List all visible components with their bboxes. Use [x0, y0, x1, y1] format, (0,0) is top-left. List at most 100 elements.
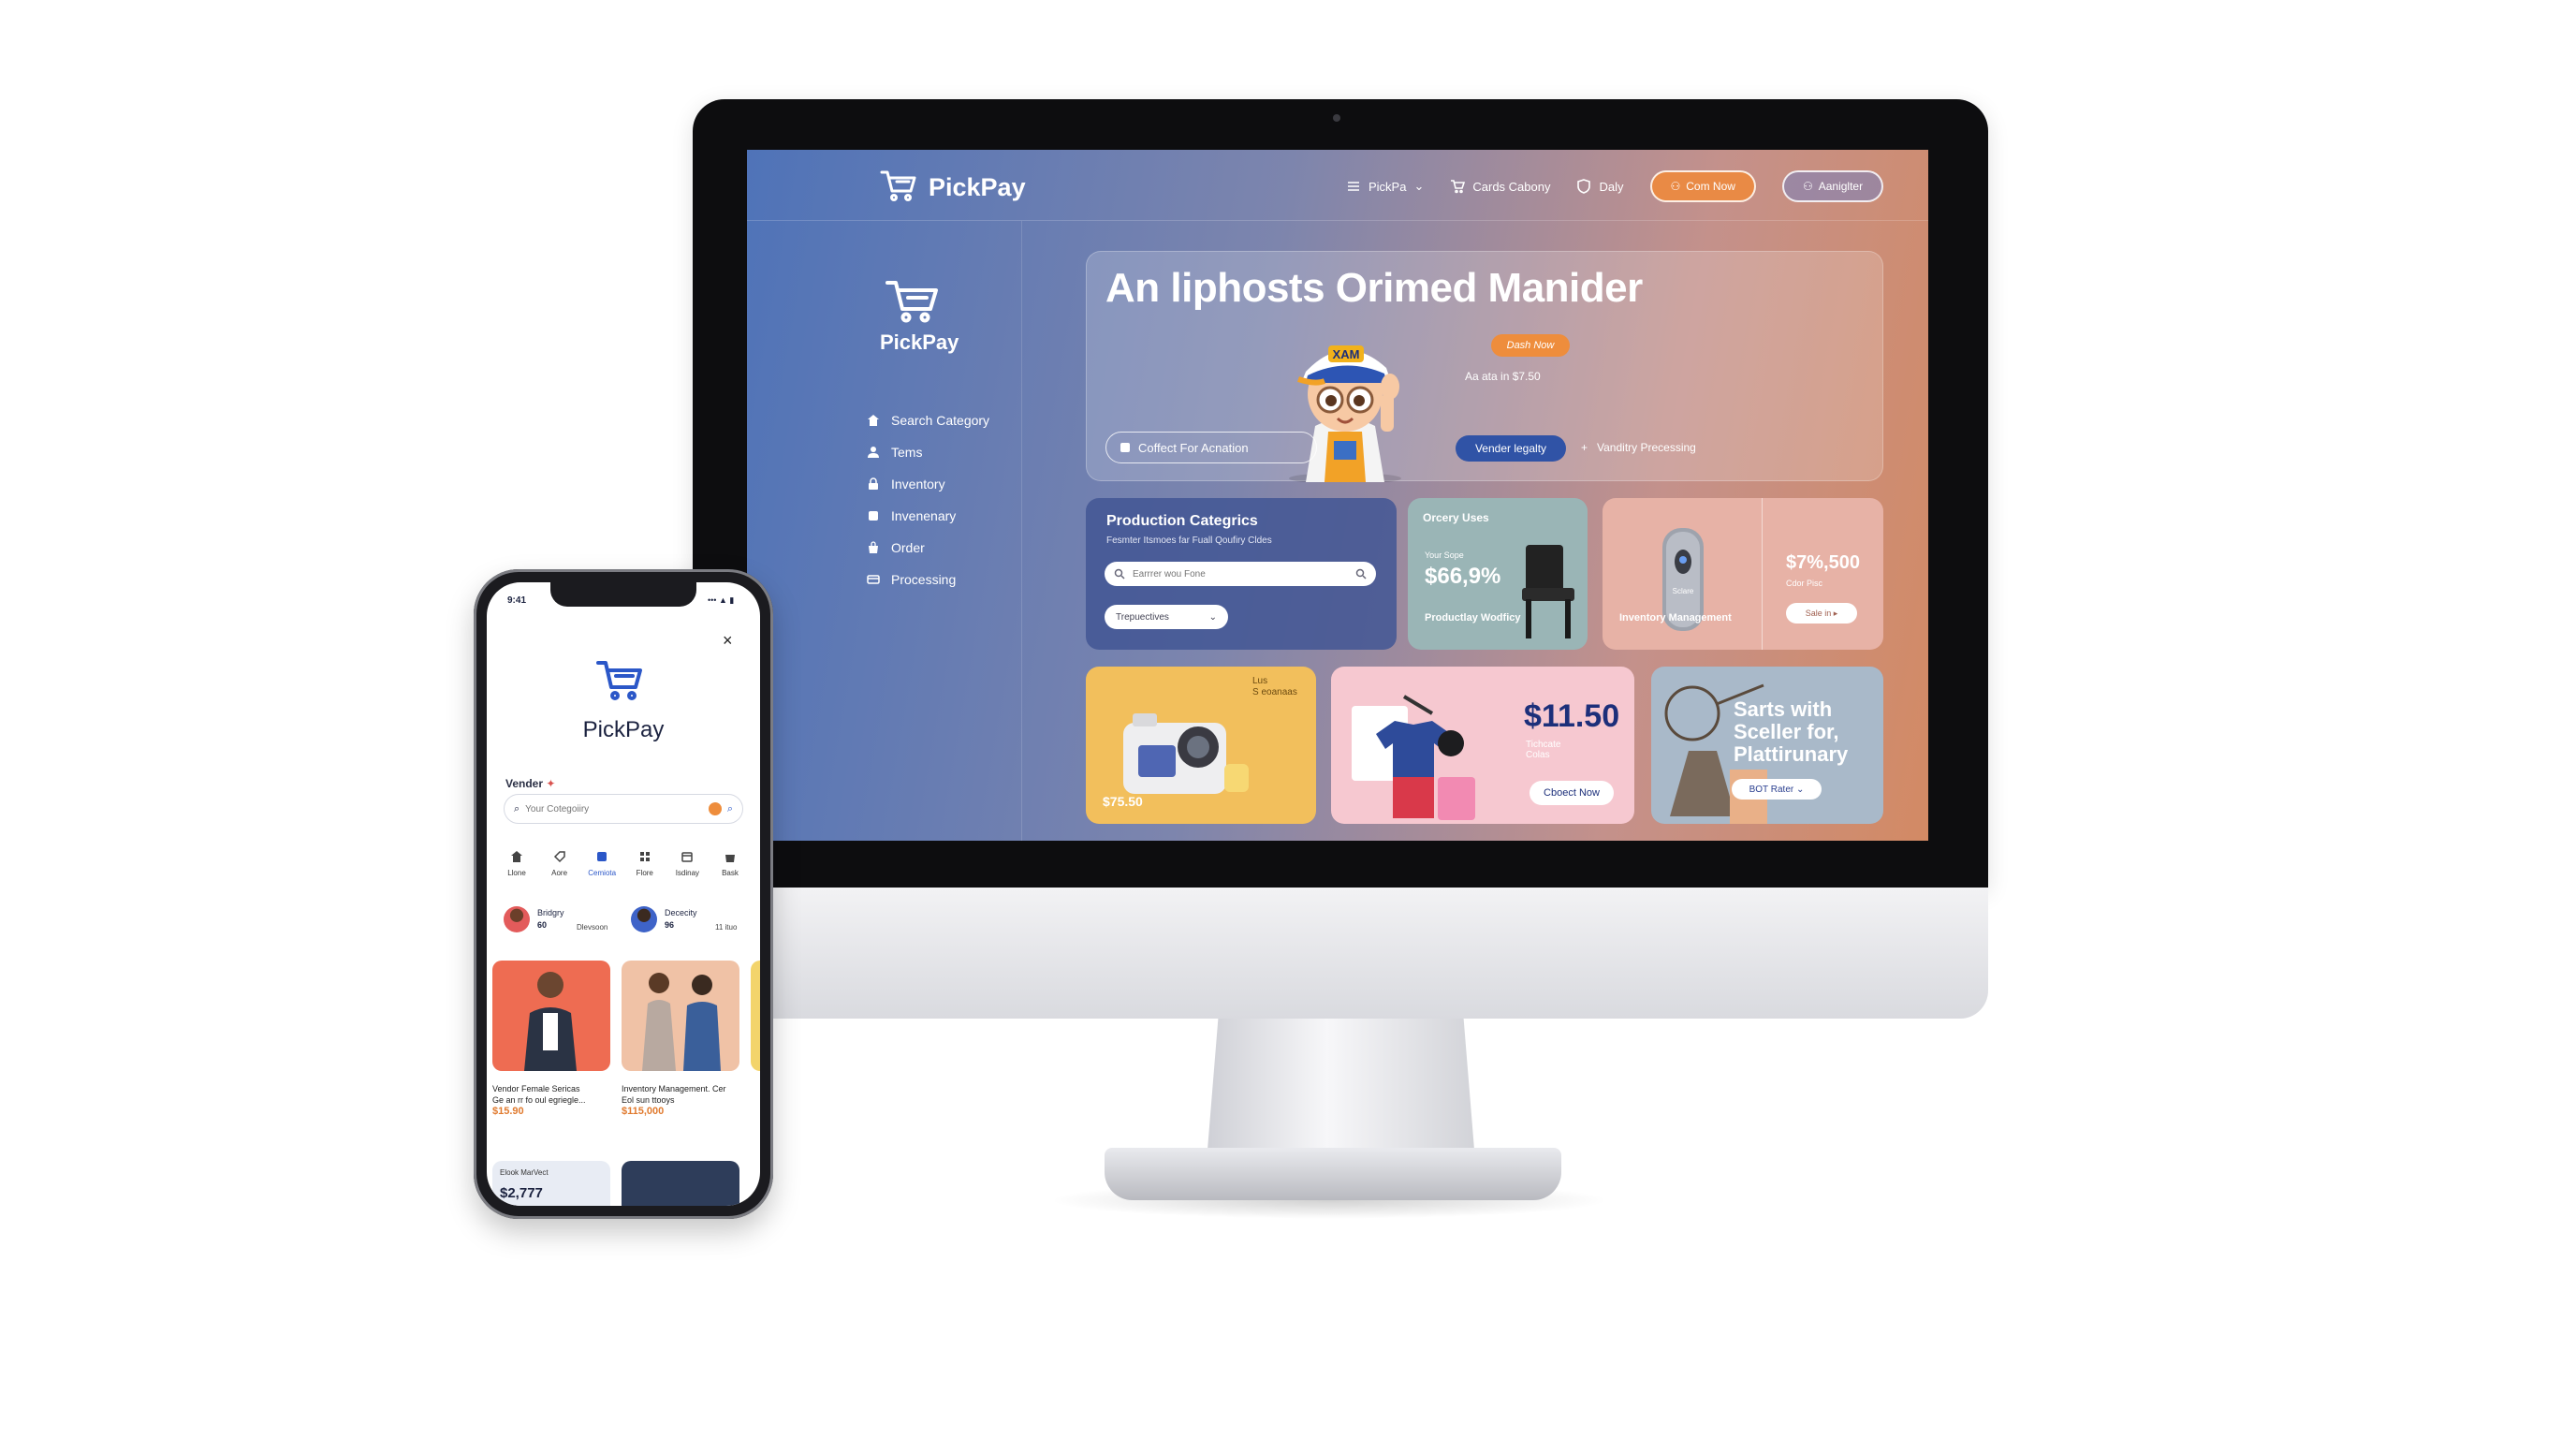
category-search-input[interactable]: [1133, 568, 1348, 580]
person-text: Dececity 96: [665, 907, 697, 931]
device-label: Sclare: [1673, 587, 1694, 595]
mobile-screen: 9:41 ••• ▲ ▮ × PickPay Vender ✦ ⌕ ⌕ Llon…: [487, 582, 760, 1206]
bag-icon: [869, 541, 878, 553]
brand-name: PickPay: [929, 173, 1026, 201]
grocery-title: Orcery Uses: [1423, 511, 1489, 524]
inventory-card[interactable]: Sclare Inventory Management $7%,500 Cdor…: [1603, 498, 1883, 650]
home-icon: [868, 415, 879, 426]
chevron-down-icon: ⌄: [1413, 179, 1425, 193]
vendor-button[interactable]: Vender legalty: [1456, 435, 1566, 462]
person-meta: 11 ituo: [715, 923, 738, 932]
user-icon: [868, 447, 879, 458]
sidebar-item-label: Inventory: [891, 477, 945, 492]
brand-logo[interactable]: PickPay: [880, 169, 1026, 207]
bottom-card[interactable]: Elook MarVect $2,777: [492, 1161, 610, 1206]
tab-isdinay[interactable]: Isdinay: [666, 850, 708, 877]
clothing-card[interactable]: $11.50 Tichcate Colas Cboect Now: [1331, 667, 1634, 824]
person-item[interactable]: Bridgry 60: [504, 906, 564, 932]
avatar: [504, 906, 530, 932]
search-icon: [1355, 568, 1367, 580]
sidebar-item-tems[interactable]: Tems: [867, 436, 989, 468]
people-row: Bridgry 60 Dlevsoon Dececity 96 11 ituo: [504, 906, 749, 944]
category-select[interactable]: Trepuectives ⌄: [1105, 605, 1228, 629]
vendor-label-text: Vender: [505, 777, 544, 790]
monitor-stand-neck: [1208, 1019, 1474, 1150]
person-count: 96: [665, 920, 675, 930]
product-image: [622, 961, 739, 1071]
collect-pill-button[interactable]: Coffect For Acnation: [1105, 432, 1317, 463]
shield-icon: [1577, 179, 1591, 194]
sidebar-item-search-category[interactable]: Search Category: [867, 404, 989, 436]
product-card[interactable]: Vendor Female Sericas Ge an rr fo oul eg…: [492, 961, 610, 1117]
product-price: $115,000: [622, 1106, 665, 1118]
tab-llone[interactable]: Llone: [496, 850, 537, 877]
grocery-value: $66,9%: [1425, 564, 1501, 589]
person-count: 60: [537, 920, 548, 930]
tab-aore[interactable]: Aore: [539, 850, 580, 877]
product-image: [492, 961, 610, 1071]
com-now-button[interactable]: ⚇ Com Now: [1649, 170, 1756, 202]
tab-cemiota[interactable]: Cemiota: [581, 850, 622, 877]
sidebar-brand[interactable]: PickPay: [880, 277, 959, 355]
card-subtitle: Fesmter Itsmoes far Fuall Qoufiry Cldes: [1106, 536, 1272, 546]
monitor-chin: [693, 888, 1988, 1019]
tab-flore[interactable]: Flore: [624, 850, 666, 877]
account-button[interactable]: ⚇ Aaniglter: [1781, 170, 1884, 202]
top-nav: PickPa ⌄ Cards Cabony Daly ⚇ Com Now ⚇ A…: [1346, 170, 1884, 202]
phone-device: 9:41 ••• ▲ ▮ × PickPay Vender ✦ ⌕ ⌕ Llon…: [474, 569, 773, 1219]
camera-card[interactable]: Lus S eoanaas $75.50: [1086, 667, 1316, 824]
seller-button[interactable]: BOT Rater ⌄: [1732, 779, 1822, 800]
search-icon[interactable]: ⌕: [727, 803, 733, 815]
close-icon[interactable]: ×: [723, 631, 733, 651]
filter-icon[interactable]: [708, 802, 722, 815]
hero-price: Aa ata in $7.50: [1465, 370, 1541, 383]
tab-bask[interactable]: Bask: [710, 850, 751, 877]
bottom-card-title: Elook MarVect: [500, 1168, 549, 1177]
mobile-brand-name: PickPay: [582, 717, 665, 742]
sidebar-item-order[interactable]: Order: [867, 532, 989, 564]
person-item[interactable]: Dececity 96: [631, 906, 697, 932]
cart-icon: [596, 661, 642, 700]
tab-label: Isdinay: [675, 869, 700, 877]
product-couple-image: [642, 973, 721, 1071]
person-meta: Dlevsoon: [577, 923, 608, 932]
product-card-peek: [751, 961, 760, 1071]
sale-button[interactable]: Sale in ▸: [1786, 603, 1857, 624]
com-now-label: Com Now: [1686, 180, 1735, 193]
desktop-screen: PickPay PickPa ⌄ Cards Cabony Daly ⚇ Com…: [747, 150, 1928, 841]
vendor-label: Vender ✦: [505, 777, 555, 790]
tag-icon: [553, 851, 565, 863]
bottom-card-image[interactable]: [622, 1161, 739, 1206]
camera-price: $75.50: [1103, 794, 1143, 809]
mobile-search-input[interactable]: [525, 803, 703, 814]
tab-label: Aore: [551, 869, 568, 877]
vendor-processing-link[interactable]: + Vanditry Precessing: [1581, 441, 1696, 454]
inventory-label: Inventory Management: [1619, 612, 1732, 624]
sidebar-item-label: Order: [891, 540, 925, 555]
grocery-card[interactable]: Orcery Uses Your Sope $66,9% Productlay …: [1408, 498, 1588, 650]
monitor-camera: [1333, 114, 1340, 122]
nav-item-pickpa[interactable]: PickPa ⌄: [1346, 179, 1424, 194]
sidebar-item-invenenary[interactable]: Invenenary: [867, 500, 989, 532]
seller-card[interactable]: Sarts with Sceller for, Plattirunary BOT…: [1651, 667, 1883, 824]
check-now-button[interactable]: Cboect Now: [1530, 781, 1614, 805]
nav-item-daly[interactable]: Daly: [1576, 179, 1624, 194]
box-icon: [869, 511, 878, 521]
nav-item-label: Daly: [1599, 179, 1624, 194]
square-icon: [1120, 443, 1130, 452]
top-bar: PickPay PickPa ⌄ Cards Cabony Daly ⚇ Com…: [747, 150, 1928, 221]
sidebar-item-processing[interactable]: Processing: [867, 564, 989, 595]
product-card[interactable]: Inventory Management. Cer Eol sun ttooys…: [622, 961, 739, 1117]
sidebar-item-label: Search Category: [891, 413, 990, 428]
category-search[interactable]: [1105, 562, 1376, 586]
menu-icon: [1348, 182, 1359, 191]
status-icons: ••• ▲ ▮: [708, 595, 735, 605]
nav-item-cards[interactable]: Cards Cabony: [1450, 179, 1550, 194]
seller-text: Sarts with Sceller for, Plattirunary: [1734, 697, 1849, 767]
leaf-icon: ✦: [546, 777, 556, 790]
dash-now-badge[interactable]: Dash Now: [1491, 334, 1570, 357]
person-name: Bridgry: [537, 908, 564, 918]
mobile-search[interactable]: ⌕ ⌕: [504, 794, 743, 824]
sidebar-item-inventory[interactable]: Inventory: [867, 468, 989, 500]
bottom-card-price: $2,777: [500, 1185, 543, 1201]
